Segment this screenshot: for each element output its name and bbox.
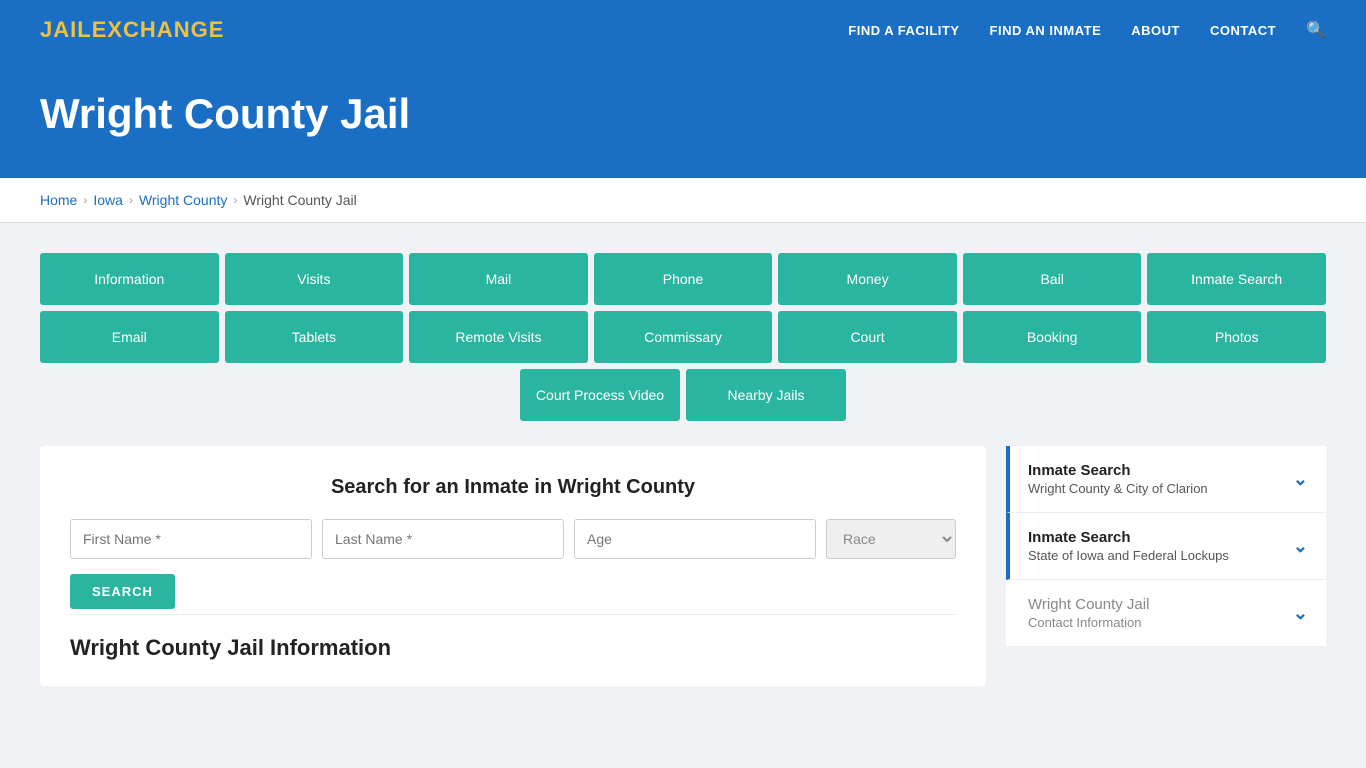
tab-photos[interactable]: Photos <box>1147 311 1326 363</box>
race-select[interactable]: Race White Black Hispanic Asian Other <box>826 519 956 559</box>
chevron-down-icon-2: ⌄ <box>1293 603 1308 624</box>
hero-section: Wright County Jail <box>0 60 1366 178</box>
tab-nearby-jails[interactable]: Nearby Jails <box>686 369 846 421</box>
page-title: Wright County Jail <box>40 90 1326 138</box>
search-button[interactable]: SEARCH <box>70 574 175 609</box>
age-input[interactable] <box>574 519 816 559</box>
search-form: Race White Black Hispanic Asian Other <box>70 519 956 559</box>
sidebar-card-title-1: Inmate Search <box>1028 529 1229 546</box>
breadcrumb-current: Wright County Jail <box>243 192 356 208</box>
tab-money[interactable]: Money <box>778 253 957 305</box>
sidebar-card-title-2: Wright County Jail <box>1028 596 1149 613</box>
tab-information[interactable]: Information <box>40 253 219 305</box>
main-content: Information Visits Mail Phone Money Bail… <box>0 223 1366 716</box>
sidebar-card-text-1: Inmate Search State of Iowa and Federal … <box>1028 529 1229 563</box>
tab-commissary[interactable]: Commissary <box>594 311 773 363</box>
breadcrumb-sep-1: › <box>83 193 87 207</box>
sidebar-card-subtitle-1: State of Iowa and Federal Lockups <box>1028 548 1229 563</box>
site-logo[interactable]: JAILEXCHANGE <box>40 17 224 43</box>
section-title: Wright County Jail Information <box>70 614 956 661</box>
right-sidebar: Inmate Search Wright County & City of Cl… <box>1006 446 1326 686</box>
tabs-row-2: Email Tablets Remote Visits Commissary C… <box>40 311 1326 363</box>
tab-phone[interactable]: Phone <box>594 253 773 305</box>
search-title: Search for an Inmate in Wright County <box>70 476 956 499</box>
content-area: Search for an Inmate in Wright County Ra… <box>40 446 1326 686</box>
tab-court-process-video[interactable]: Court Process Video <box>520 369 680 421</box>
sidebar-card-title-0: Inmate Search <box>1028 462 1208 479</box>
tabs-row-3: Court Process Video Nearby Jails <box>40 369 1326 421</box>
sidebar-card-contact-info[interactable]: Wright County Jail Contact Information ⌄ <box>1006 580 1326 647</box>
logo-part2: EXCHANGE <box>92 17 225 42</box>
site-header: JAILEXCHANGE FIND A FACILITY FIND AN INM… <box>0 0 1366 60</box>
first-name-input[interactable] <box>70 519 312 559</box>
left-panel: Search for an Inmate in Wright County Ra… <box>40 446 986 686</box>
main-nav: FIND A FACILITY FIND AN INMATE ABOUT CON… <box>848 20 1326 40</box>
breadcrumb: Home › Iowa › Wright County › Wright Cou… <box>40 192 1326 208</box>
sidebar-card-subtitle-0: Wright County & City of Clarion <box>1028 481 1208 496</box>
nav-find-inmate[interactable]: FIND AN INMATE <box>990 23 1102 38</box>
last-name-input[interactable] <box>322 519 564 559</box>
sidebar-card-subtitle-2: Contact Information <box>1028 615 1149 630</box>
tab-mail[interactable]: Mail <box>409 253 588 305</box>
tab-court[interactable]: Court <box>778 311 957 363</box>
breadcrumb-sep-2: › <box>129 193 133 207</box>
nav-find-facility[interactable]: FIND A FACILITY <box>848 23 959 38</box>
nav-about[interactable]: ABOUT <box>1131 23 1180 38</box>
tab-email[interactable]: Email <box>40 311 219 363</box>
breadcrumb-home[interactable]: Home <box>40 192 77 208</box>
sidebar-card-text-2: Wright County Jail Contact Information <box>1028 596 1149 630</box>
logo-part1: JAIL <box>40 17 92 42</box>
sidebar-card-inmate-search-wright[interactable]: Inmate Search Wright County & City of Cl… <box>1006 446 1326 513</box>
tab-booking[interactable]: Booking <box>963 311 1142 363</box>
tab-remote-visits[interactable]: Remote Visits <box>409 311 588 363</box>
breadcrumb-iowa[interactable]: Iowa <box>93 192 123 208</box>
search-icon-button[interactable]: 🔍 <box>1306 20 1326 40</box>
breadcrumb-bar: Home › Iowa › Wright County › Wright Cou… <box>0 178 1366 223</box>
sidebar-card-inmate-search-iowa[interactable]: Inmate Search State of Iowa and Federal … <box>1006 513 1326 580</box>
chevron-down-icon-1: ⌄ <box>1293 536 1308 557</box>
tab-tablets[interactable]: Tablets <box>225 311 404 363</box>
tab-inmate-search[interactable]: Inmate Search <box>1147 253 1326 305</box>
tab-bail[interactable]: Bail <box>963 253 1142 305</box>
sidebar-card-text-0: Inmate Search Wright County & City of Cl… <box>1028 462 1208 496</box>
chevron-down-icon-0: ⌄ <box>1293 469 1308 490</box>
nav-contact[interactable]: CONTACT <box>1210 23 1276 38</box>
breadcrumb-wright-county[interactable]: Wright County <box>139 192 227 208</box>
breadcrumb-sep-3: › <box>233 193 237 207</box>
tabs-row-1: Information Visits Mail Phone Money Bail… <box>40 253 1326 305</box>
tab-visits[interactable]: Visits <box>225 253 404 305</box>
